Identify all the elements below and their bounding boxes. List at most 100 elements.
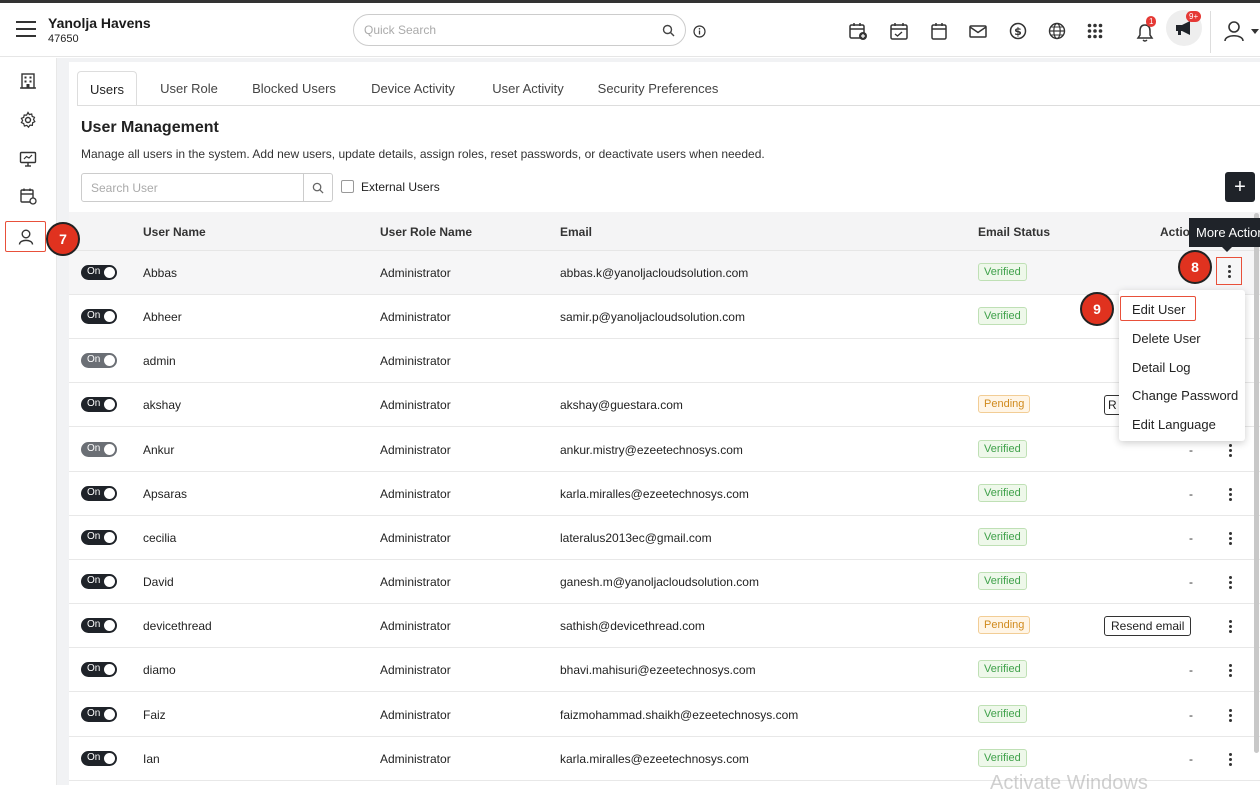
table-row[interactable]: On admin Administrator <box>69 339 1260 383</box>
status-toggle[interactable]: On <box>81 574 117 589</box>
status-toggle[interactable]: On <box>81 662 117 677</box>
table-row[interactable]: On diamo Administrator bhavi.mahisuri@ez… <box>69 648 1260 692</box>
add-user-button[interactable]: + <box>1225 172 1255 202</box>
user-role: Administrator <box>380 354 451 368</box>
search-icon <box>312 182 324 194</box>
more-actions-icon[interactable] <box>1219 483 1241 505</box>
more-actions-icon[interactable] <box>1219 659 1241 681</box>
menu-delete-user[interactable]: Delete User <box>1132 331 1201 346</box>
more-actions-icon[interactable] <box>1219 439 1241 461</box>
quick-search[interactable] <box>353 14 686 46</box>
user-name: Abheer <box>143 310 182 324</box>
user-name: akshay <box>143 398 182 412</box>
calendar-icon[interactable] <box>928 20 950 42</box>
search-icon[interactable] <box>662 24 675 37</box>
col-user-role-name[interactable]: User Role Name <box>380 225 472 239</box>
resend-email-button[interactable]: Resend email <box>1104 616 1192 636</box>
status-toggle[interactable]: On <box>81 751 117 766</box>
more-actions-icon[interactable] <box>1219 571 1241 593</box>
sidebar-item-devices[interactable] <box>12 145 44 173</box>
step-marker-8: 8 <box>1178 250 1212 284</box>
user-role: Administrator <box>380 487 451 501</box>
sidebar-item-schedule[interactable] <box>12 182 44 210</box>
status-toggle[interactable]: On <box>81 442 117 457</box>
announcements[interactable]: 9+ <box>1166 10 1202 46</box>
search-user-field[interactable] <box>81 173 333 202</box>
user-email: samir.p@yanoljacloudsolution.com <box>560 310 745 324</box>
more-actions-icon[interactable] <box>1219 748 1241 770</box>
calendar-check-icon[interactable] <box>888 20 910 42</box>
mail-icon[interactable] <box>967 20 989 42</box>
table-row[interactable]: On David Administrator ganesh.m@yanoljac… <box>69 560 1260 604</box>
user-menu[interactable] <box>1222 19 1260 45</box>
megaphone-icon[interactable] <box>1174 20 1194 36</box>
email-status-badge: Pending <box>978 616 1031 634</box>
email-status-badge: Verified <box>978 749 1027 767</box>
more-actions-tooltip: More Actions <box>1189 218 1260 247</box>
table-row[interactable]: On Abbas Administrator abbas.k@yanoljacl… <box>69 251 1260 295</box>
status-toggle[interactable]: On <box>81 530 117 545</box>
status-toggle[interactable]: On <box>81 707 117 722</box>
globe-icon[interactable] <box>1046 20 1068 42</box>
status-toggle[interactable]: On <box>81 618 117 633</box>
tab-user-activity[interactable]: User Activity <box>483 71 573 106</box>
tab-device-activity[interactable]: Device Activity <box>362 71 464 106</box>
tab-users[interactable]: Users <box>77 71 137 106</box>
menu-change-password[interactable]: Change Password <box>1132 388 1238 403</box>
external-users-checkbox[interactable] <box>341 180 354 193</box>
table-row[interactable]: On akshay Administrator akshay@guestara.… <box>69 383 1260 427</box>
menu-edit-language[interactable]: Edit Language <box>1132 417 1216 432</box>
sidebar-item-users[interactable] <box>5 221 46 252</box>
user-role: Administrator <box>380 575 451 589</box>
activate-windows-watermark: Activate Windows <box>990 772 1148 794</box>
tab-security-preferences[interactable]: Security Preferences <box>592 71 724 106</box>
hamburger-menu-icon[interactable] <box>16 21 36 37</box>
user-role: Administrator <box>380 443 451 457</box>
dollar-icon[interactable]: $ <box>1007 20 1029 42</box>
status-toggle[interactable]: On <box>81 486 117 501</box>
notifications[interactable]: 1 <box>1134 15 1160 45</box>
col-user-name[interactable]: User Name <box>143 225 206 239</box>
svg-text:$: $ <box>1014 25 1022 38</box>
status-toggle[interactable]: On <box>81 397 117 412</box>
menu-detail-log[interactable]: Detail Log <box>1132 360 1191 375</box>
more-actions-icon[interactable] <box>1219 704 1241 726</box>
table-row[interactable]: On devicethread Administrator sathish@de… <box>69 604 1260 648</box>
tab-divider <box>77 105 1260 106</box>
table-scrollbar[interactable] <box>1254 213 1259 753</box>
user-email: bhavi.mahisuri@ezeetechnosys.com <box>560 663 756 677</box>
status-toggle[interactable]: On <box>81 309 117 324</box>
table-row[interactable]: On Apsaras Administrator karla.miralles@… <box>69 472 1260 516</box>
more-actions-icon[interactable] <box>1219 615 1241 637</box>
quick-search-input[interactable] <box>364 23 644 37</box>
search-user-input[interactable] <box>91 181 301 195</box>
calendar-add-icon[interactable] <box>847 20 869 42</box>
table-row[interactable]: On Faiz Administrator faizmohammad.shaik… <box>69 693 1260 737</box>
edit-user-highlight <box>1120 296 1196 321</box>
tab-blocked-users[interactable]: Blocked Users <box>245 71 343 106</box>
sidebar-item-settings[interactable] <box>12 106 44 134</box>
apps-grid-icon[interactable] <box>1084 20 1106 42</box>
more-actions-icon[interactable] <box>1216 257 1242 285</box>
header-divider <box>1210 11 1211 53</box>
col-email[interactable]: Email <box>560 225 592 239</box>
table-row[interactable]: On Ankur Administrator ankur.mistry@ezee… <box>69 428 1260 472</box>
user-name: cecilia <box>143 531 177 545</box>
info-icon[interactable] <box>693 25 706 38</box>
search-user-button[interactable] <box>303 174 332 201</box>
user-name: Abbas <box>143 266 178 280</box>
status-toggle[interactable]: On <box>81 265 117 280</box>
sidebar-item-property[interactable] <box>12 67 44 95</box>
chevron-down-icon[interactable] <box>1250 28 1260 35</box>
user-role: Administrator <box>380 266 451 280</box>
email-status-badge: Verified <box>978 484 1027 502</box>
col-email-status[interactable]: Email Status <box>978 225 1050 239</box>
user-role: Administrator <box>380 531 451 545</box>
status-toggle[interactable]: On <box>81 353 117 368</box>
resend-email-button-partial[interactable]: R <box>1104 395 1120 415</box>
user-profile-icon[interactable] <box>1222 19 1246 43</box>
user-name: diamo <box>143 663 176 677</box>
table-row[interactable]: On cecilia Administrator lateralus2013ec… <box>69 516 1260 560</box>
more-actions-icon[interactable] <box>1219 527 1241 549</box>
tab-user-role[interactable]: User Role <box>151 71 227 106</box>
